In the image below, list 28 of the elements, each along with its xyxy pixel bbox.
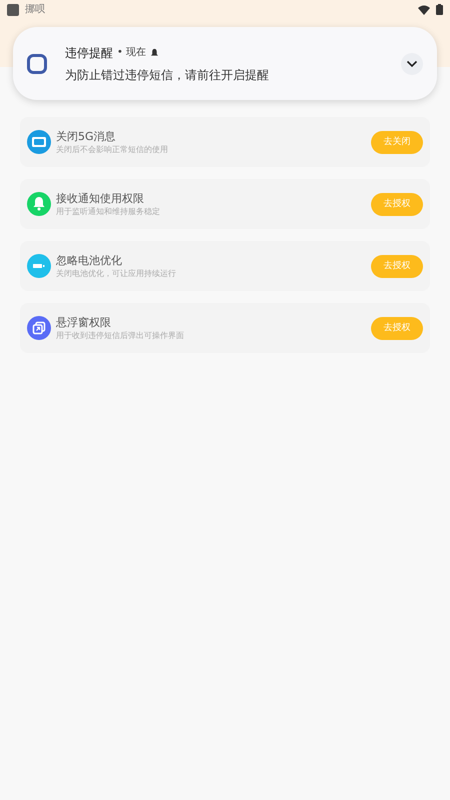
- message-icon: [27, 130, 51, 154]
- battery-status-icon: [436, 4, 443, 15]
- notification-title: 违停提醒: [65, 44, 113, 62]
- permission-description: 关闭后不会影响正常短信的使用: [56, 144, 169, 154]
- window-icon: [27, 316, 51, 340]
- action-button[interactable]: 去授权: [371, 316, 423, 340]
- chevron-down-icon: [406, 60, 418, 68]
- wifi-icon: [418, 4, 430, 14]
- expand-button[interactable]: [401, 52, 423, 74]
- notification-message: 为防止错过违停短信，请前往开启提醒: [65, 66, 270, 84]
- permission-description: 关闭电池优化，可让应用持续运行: [56, 268, 177, 278]
- action-button[interactable]: 去授权: [371, 254, 423, 278]
- app-name: 挪呗: [25, 3, 45, 17]
- permission-title: 接收通知使用权限: [56, 192, 145, 206]
- notification-time: • 现在: [117, 46, 146, 60]
- action-button[interactable]: 去授权: [371, 192, 423, 216]
- app-notification-icon: [27, 54, 47, 74]
- notification-card[interactable]: 违停提醒 • 现在 为防止错过违停短信，请前往开启提醒: [13, 27, 437, 100]
- app-icon: [7, 4, 19, 16]
- bell-icon: [150, 48, 160, 57]
- permission-description: 用于监听通知和维持服务稳定: [56, 206, 161, 216]
- action-button[interactable]: 去关闭: [371, 130, 423, 154]
- bell-icon: [27, 192, 51, 216]
- battery-icon: [27, 254, 51, 278]
- permission-title: 悬浮窗权限: [56, 316, 112, 330]
- permission-title: 关闭5G消息: [56, 130, 117, 144]
- permission-title: 忽略电池优化: [56, 254, 123, 268]
- permission-description: 用于收到违停短信后弹出可操作界面: [56, 330, 185, 340]
